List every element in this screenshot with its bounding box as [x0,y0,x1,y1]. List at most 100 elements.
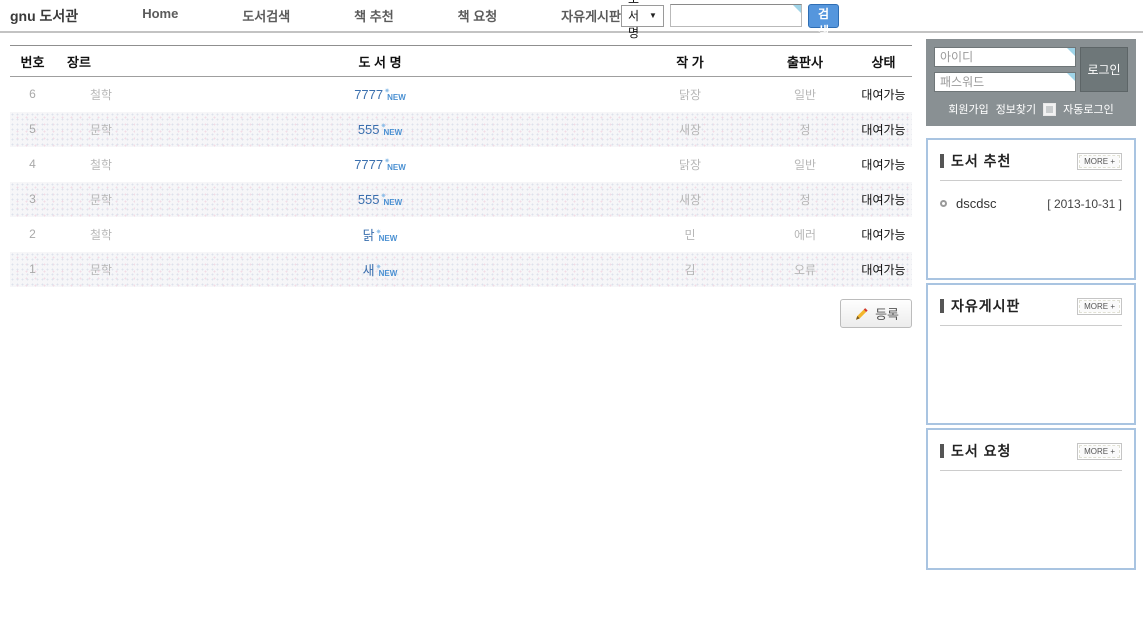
more-button-recommend[interactable]: MORE + [1077,153,1122,170]
cell-no: 1 [10,252,55,287]
book-title-link[interactable]: 555 [358,192,380,207]
cell-genre: 문학 [55,112,135,147]
new-icon: NEW [384,198,403,207]
cell-status: 대여가능 [855,147,912,182]
register-button-label: 등록 [875,304,899,323]
box-title-board: 자유게시판 [951,296,1020,316]
book-title-link[interactable]: 7777 [354,157,383,172]
nav-item-book-search[interactable]: 도서검색 [242,6,290,25]
table-row: 6 철학 7777NEW 닭장 일반 대여가능 [10,77,912,112]
title-bar-icon [940,444,944,458]
bullet-icon [940,200,947,207]
login-id-wrap [934,47,1076,67]
title-bar-icon [940,299,944,313]
cell-status: 대여가능 [855,112,912,147]
search-input[interactable] [670,4,802,27]
signup-link[interactable]: 회원가입 [948,101,988,117]
cell-status: 대여가능 [855,217,912,252]
col-header-status: 상태 [855,46,912,77]
nav-item-book-recommend[interactable]: 책 추천 [354,6,394,25]
register-row: 등록 [10,299,912,328]
new-icon: NEW [379,234,398,243]
book-title-link[interactable]: 555 [358,122,380,137]
table-header-row: 번호 장르 도 서 명 작 가 출판사 상태 [10,46,912,77]
divider [940,470,1122,471]
cell-genre: 철학 [55,217,135,252]
new-icon: NEW [384,128,403,137]
book-recommend-box: 도서 추천 MORE + dscdsc [ 2013-10-31 ] [926,138,1136,280]
cell-author: 새장 [625,112,755,147]
auto-login-checkbox[interactable] [1043,103,1056,116]
recommend-item-link[interactable]: dscdsc [956,196,996,211]
book-title-link[interactable]: 7777 [354,87,383,102]
table-row: 3 문학 555NEW 새장 정 대여가능 [10,182,912,217]
divider [940,325,1122,326]
top-navigation: gnu 도서관 Home 도서검색 책 추천 책 요청 자유게시판 도서명 ▼ … [0,0,1143,33]
more-button-board[interactable]: MORE + [1077,298,1122,315]
cell-no: 3 [10,182,55,217]
login-box: 로그인 회원가입 정보찾기 자동로그인 [926,39,1136,126]
nav-item-book-request[interactable]: 책 요청 [458,6,498,25]
cell-genre: 문학 [55,252,135,287]
search-category-select[interactable]: 도서명 ▼ [621,5,664,27]
table-row: 4 철학 7777NEW 닭장 일반 대여가능 [10,147,912,182]
input-corner-decoration [1067,48,1075,56]
search-input-wrap [670,4,802,27]
cell-no: 2 [10,217,55,252]
col-header-no: 번호 [10,46,55,77]
cell-publisher: 정 [755,182,855,217]
pencil-icon [853,306,868,321]
cell-title: 555 NEW [135,112,625,147]
chevron-down-icon: ▼ [649,11,657,20]
auto-login-label: 자동로그인 [1063,101,1114,117]
cell-no: 4 [10,147,55,182]
cell-title: 7777NEW [135,77,625,112]
book-title-link[interactable]: 닭 [363,228,375,243]
cell-publisher: 정 [755,112,855,147]
nav-item-home[interactable]: Home [142,6,178,25]
cell-status: 대여가능 [855,77,912,112]
new-icon: NEW [379,269,398,278]
cell-publisher: 일반 [755,147,855,182]
search-category-value: 도서명 [628,0,639,41]
login-links-row: 회원가입 정보찾기 자동로그인 [934,101,1128,117]
cell-status: 대여가능 [855,252,912,287]
book-title-link[interactable]: 새 [363,263,375,278]
cell-title: 7777 NEW [135,147,625,182]
input-corner-decoration [1067,73,1075,81]
cell-author: 민 [625,217,755,252]
box-title-request: 도서 요청 [951,441,1011,461]
cell-author: 김 [625,252,755,287]
col-header-genre: 장르 [55,46,135,77]
cell-genre: 철학 [55,147,135,182]
cell-author: 새장 [625,182,755,217]
site-logo[interactable]: gnu 도서관 [10,6,78,26]
title-bar-icon [940,154,944,168]
cell-publisher: 오류 [755,252,855,287]
col-header-publisher[interactable]: 출판사 [755,46,855,77]
login-pw-wrap [934,72,1076,92]
more-button-request[interactable]: MORE + [1077,443,1122,460]
box-title-recommend: 도서 추천 [951,151,1011,171]
table-row: 1 문학 새 NEW 김 오류 대여가능 [10,252,912,287]
nav-item-free-board[interactable]: 자유게시판 [561,6,621,25]
login-password-field[interactable] [934,72,1076,92]
col-header-author[interactable]: 작 가 [625,46,755,77]
main-content: 번호 장르 도 서 명 작 가 출판사 상태 6 철학 7777NEW 닭장 일… [10,45,912,328]
table-row: 2 철학 닭NEW 민 에러 대여가능 [10,217,912,252]
new-icon: NEW [387,163,406,172]
search-button[interactable]: 검색 [808,4,839,28]
register-button[interactable]: 등록 [840,299,912,328]
book-list-table: 번호 장르 도 서 명 작 가 출판사 상태 6 철학 7777NEW 닭장 일… [10,45,912,287]
login-id-field[interactable] [934,47,1076,67]
input-corner-decoration [793,5,801,13]
cell-genre: 문학 [55,182,135,217]
find-info-link[interactable]: 정보찾기 [996,101,1036,117]
table-row: 5 문학 555NEW 새장 정 대여가능 [10,112,912,147]
col-header-title: 도 서 명 [135,46,625,77]
divider [940,180,1122,181]
sidebar: 로그인 회원가입 정보찾기 자동로그인 도서 추천 MORE + dscdsc … [926,39,1136,573]
cell-genre: 철학 [55,77,135,112]
cell-author: 닭장 [625,77,755,112]
login-button[interactable]: 로그인 [1080,47,1128,92]
